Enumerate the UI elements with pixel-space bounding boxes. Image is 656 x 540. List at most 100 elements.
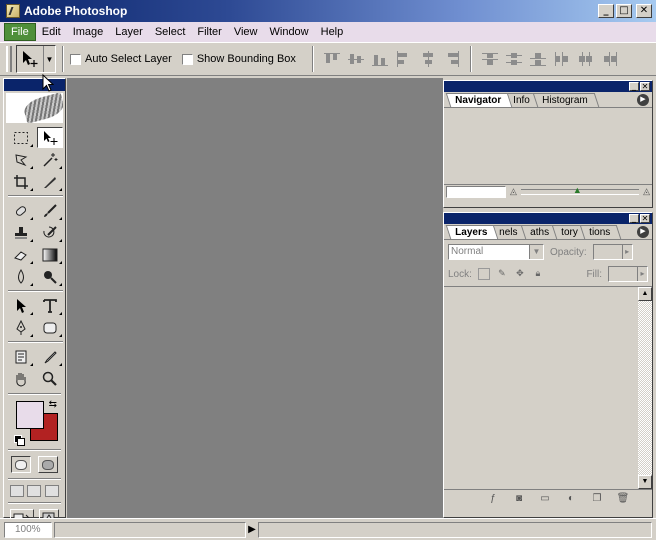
type-tool-icon[interactable] xyxy=(37,295,63,316)
align-bottom-edges-icon[interactable] xyxy=(370,50,390,68)
menu-image[interactable]: Image xyxy=(67,24,110,40)
tab-navigator[interactable]: Navigator xyxy=(445,93,513,107)
navigator-zoom-slider[interactable]: ▲ xyxy=(520,185,640,195)
menu-filter[interactable]: Filter xyxy=(191,24,227,40)
menu-select[interactable]: Select xyxy=(149,24,192,40)
gradient-tool-icon[interactable] xyxy=(37,244,63,265)
distribute-horizontal-centers-icon[interactable] xyxy=(576,50,596,68)
tab-actions[interactable]: tions xyxy=(579,225,622,239)
lasso-tool-icon[interactable] xyxy=(8,149,34,170)
align-left-edges-icon[interactable] xyxy=(394,50,414,68)
align-horizontal-centers-icon[interactable] xyxy=(418,50,438,68)
distribute-right-edges-icon[interactable] xyxy=(600,50,620,68)
add-mask-icon[interactable]: ◙ xyxy=(512,493,526,505)
lock-position-icon[interactable]: ✥ xyxy=(514,268,526,280)
maximize-button[interactable]: □ xyxy=(616,4,632,18)
opacity-arrow-icon[interactable]: ▸ xyxy=(621,245,632,259)
eraser-tool-icon[interactable] xyxy=(8,244,34,265)
palette-menu-icon[interactable]: ▶ xyxy=(637,226,649,238)
path-selection-tool-icon[interactable] xyxy=(8,295,34,316)
lock-all-icon[interactable]: 🔒︎ xyxy=(532,268,544,280)
zoom-tool-icon[interactable] xyxy=(37,368,63,389)
new-layer-icon[interactable]: ❐ xyxy=(590,493,604,505)
magic-wand-tool-icon[interactable] xyxy=(37,149,63,170)
lock-pixels-icon[interactable]: ✎ xyxy=(496,268,508,280)
navigator-palette-title-bar[interactable]: _ ✕ xyxy=(444,81,652,92)
palette-minimize-button[interactable]: _ xyxy=(629,82,639,91)
photoshop-app-icon[interactable] xyxy=(6,4,20,18)
layers-list[interactable]: ▲ ▼ xyxy=(444,287,652,489)
palette-menu-icon[interactable]: ▶ xyxy=(637,94,649,106)
dodge-tool-icon[interactable] xyxy=(37,266,63,287)
options-bar-grip[interactable] xyxy=(6,46,12,72)
pen-tool-icon[interactable] xyxy=(8,317,34,338)
distribute-vertical-centers-icon[interactable] xyxy=(504,50,524,68)
show-bounding-box-box[interactable] xyxy=(181,53,193,65)
tab-layers[interactable]: Layers xyxy=(445,225,499,239)
menu-layer[interactable]: Layer xyxy=(109,24,149,40)
menu-help[interactable]: Help xyxy=(315,24,350,40)
layers-palette-title-bar[interactable]: _ ✕ xyxy=(444,213,652,224)
tab-histogram[interactable]: Histogram xyxy=(532,93,599,107)
trash-icon[interactable]: 🗑︎ xyxy=(616,493,630,505)
healing-brush-tool-icon[interactable] xyxy=(8,200,34,221)
palette-close-button[interactable]: ✕ xyxy=(640,82,650,91)
new-adjustment-layer-icon[interactable]: ◐ xyxy=(564,493,578,505)
align-vertical-centers-icon[interactable] xyxy=(346,50,366,68)
move-tool-icon[interactable] xyxy=(37,127,63,148)
full-screen-menu-mode-icon[interactable] xyxy=(27,485,42,497)
notes-tool-icon[interactable] xyxy=(8,346,34,367)
zoom-level-field[interactable]: 100% xyxy=(4,521,52,538)
menu-file[interactable]: File xyxy=(4,23,36,41)
zoom-in-icon[interactable]: ◬ xyxy=(643,186,650,197)
chevron-down-icon[interactable]: ▼ xyxy=(529,245,543,259)
hand-tool-icon[interactable] xyxy=(8,368,34,389)
minimize-button[interactable]: _ xyxy=(598,4,614,18)
show-bounding-box-checkbox[interactable]: Show Bounding Box xyxy=(181,53,296,65)
menu-edit[interactable]: Edit xyxy=(36,24,67,40)
opacity-field[interactable]: ▸ xyxy=(592,244,633,260)
zoom-out-icon[interactable]: ◬ xyxy=(510,186,517,197)
scroll-down-icon[interactable]: ▼ xyxy=(638,475,652,489)
status-menu-arrow-icon[interactable]: ▶ xyxy=(246,524,258,535)
distribute-bottom-edges-icon[interactable] xyxy=(528,50,548,68)
default-colors-icon[interactable] xyxy=(14,435,25,446)
layers-scrollbar[interactable]: ▲ ▼ xyxy=(638,287,652,489)
palette-minimize-button[interactable]: _ xyxy=(629,214,639,223)
eyedropper-tool-icon[interactable] xyxy=(37,346,63,367)
chevron-down-icon[interactable]: ▼ xyxy=(43,46,55,72)
blur-tool-icon[interactable] xyxy=(8,266,34,287)
lock-transparency-icon[interactable] xyxy=(477,268,490,280)
fill-field[interactable]: ▸ xyxy=(608,266,648,282)
scroll-up-icon[interactable]: ▲ xyxy=(638,287,652,301)
canvas-workspace[interactable] xyxy=(67,78,443,518)
align-right-edges-icon[interactable] xyxy=(442,50,462,68)
shape-tool-icon[interactable] xyxy=(37,317,63,338)
foreground-color-swatch[interactable] xyxy=(16,401,44,429)
distribute-top-edges-icon[interactable] xyxy=(480,50,500,68)
slider-knob-icon[interactable]: ▲ xyxy=(573,185,582,195)
auto-select-layer-checkbox[interactable]: Auto Select Layer xyxy=(70,53,172,65)
tool-preset-picker[interactable]: ▼ xyxy=(16,45,56,73)
marquee-tool-icon[interactable] xyxy=(8,127,34,148)
swap-colors-icon[interactable]: ⇆ xyxy=(49,399,57,410)
auto-select-layer-box[interactable] xyxy=(70,53,81,65)
menu-view[interactable]: View xyxy=(228,24,264,40)
toolbox-title-bar[interactable] xyxy=(4,79,65,91)
blend-mode-select[interactable]: Normal ▼ xyxy=(448,244,544,260)
align-top-edges-icon[interactable] xyxy=(322,50,342,68)
clone-stamp-tool-icon[interactable] xyxy=(8,222,34,243)
menu-window[interactable]: Window xyxy=(264,24,315,40)
standard-screen-mode-icon[interactable] xyxy=(9,485,24,497)
quick-mask-mode-button[interactable] xyxy=(37,456,58,473)
full-screen-mode-icon[interactable] xyxy=(45,485,60,497)
new-set-icon[interactable]: ▭ xyxy=(538,493,552,505)
navigator-preview[interactable] xyxy=(444,108,652,184)
close-button[interactable]: ✕ xyxy=(636,4,652,18)
crop-tool-icon[interactable] xyxy=(8,171,34,192)
fill-arrow-icon[interactable]: ▸ xyxy=(637,267,647,281)
navigator-zoom-field[interactable] xyxy=(446,185,506,198)
brush-tool-icon[interactable] xyxy=(37,200,63,221)
adobe-online-button[interactable] xyxy=(6,93,63,123)
palette-close-button[interactable]: ✕ xyxy=(640,214,650,223)
